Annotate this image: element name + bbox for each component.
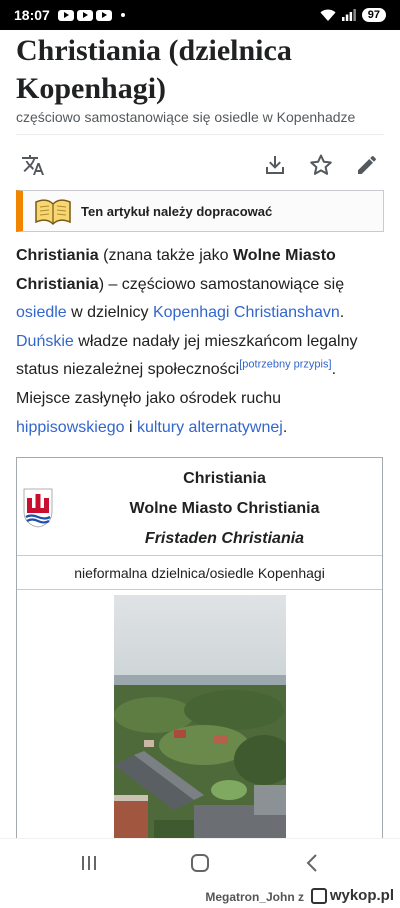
article-subject: Christiania (16, 247, 99, 264)
christiania-aerial-photo[interactable] (114, 595, 286, 846)
wykop-site: wykop.pl (329, 887, 394, 904)
youtube-notification-icon (95, 9, 112, 21)
link-christianshavn[interactable]: Kopenhagi Christianshavn (153, 304, 340, 321)
system-navigation-bar (0, 838, 400, 886)
cleanup-notice[interactable]: Ten artykuł należy dopracować (16, 190, 384, 232)
intro-text: i (124, 418, 137, 436)
intro-text: (znana także jako (98, 247, 233, 264)
youtube-notification-icon (57, 9, 74, 21)
status-bar: 18:07 97 (0, 0, 400, 30)
home-button[interactable] (186, 851, 214, 875)
wykop-logo: wykop.pl (310, 887, 394, 904)
download-icon (266, 156, 284, 174)
intro-paragraph: Christiania (znana także jako Wolne Mias… (16, 242, 386, 442)
aerial-photo-image (114, 595, 286, 846)
infobox-name: Christiania (183, 470, 266, 487)
translate-icon (22, 155, 44, 175)
recent-apps-button[interactable] (75, 851, 103, 875)
wifi-icon (320, 9, 336, 21)
intro-text: . (339, 304, 345, 322)
open-book-icon (35, 199, 71, 226)
download-button[interactable] (260, 150, 290, 180)
link-alternative-culture[interactable]: kultury alternatywnej (137, 419, 283, 436)
back-button[interactable] (298, 851, 326, 875)
watermark-user: Megatron_John z (205, 890, 304, 904)
youtube-notification-icon (76, 9, 93, 21)
notice-text: Ten artykuł należy dopracować (81, 203, 273, 219)
language-button[interactable] (18, 150, 48, 180)
intro-text: ) – częściowo samostanowiące się (98, 275, 345, 293)
infobox: Christiania Wolne Miasto Christiania Fri… (16, 457, 383, 847)
battery-indicator: 97 (361, 8, 386, 22)
link-danish[interactable]: Duńskie (16, 333, 74, 350)
infobox-local-name: Fristaden Christiania (144, 530, 305, 547)
watermark-bar: Megatron_John z wykop.pl (0, 886, 400, 908)
link-hippie[interactable]: hippisowskiego (16, 419, 125, 436)
recent-apps-icon (82, 856, 96, 870)
infobox-header: Christiania Wolne Miasto Christiania Fri… (17, 458, 382, 556)
intro-text: . (282, 418, 288, 436)
more-notifications-icon (120, 13, 125, 17)
status-time: 18:07 (14, 7, 50, 23)
divider (16, 134, 384, 135)
edit-button[interactable] (352, 150, 382, 180)
watch-button[interactable] (306, 150, 336, 180)
back-icon (306, 854, 317, 872)
citation-needed-link[interactable]: [potrzebny przypis] (239, 359, 331, 371)
infobox-alt-name: Wolne Miasto Christiania (129, 500, 320, 517)
page-title: Christiania (dzielnica Kopenhagi) (16, 34, 292, 105)
wykop-icon (310, 887, 327, 904)
star-icon (310, 154, 332, 175)
pencil-icon (358, 156, 376, 174)
signal-icon (341, 9, 356, 21)
page-subtitle: częściowo samostanowiące się osiedle w K… (16, 109, 356, 125)
infobox-type: nieformalna dzielnica/osiedle Kopenhagi (17, 556, 382, 590)
intro-text: w dzielnicy (66, 304, 153, 322)
link-osiedle[interactable]: osiedle (16, 304, 67, 321)
home-icon (191, 854, 209, 872)
copenhagen-coat-of-arms-icon[interactable] (23, 488, 53, 528)
